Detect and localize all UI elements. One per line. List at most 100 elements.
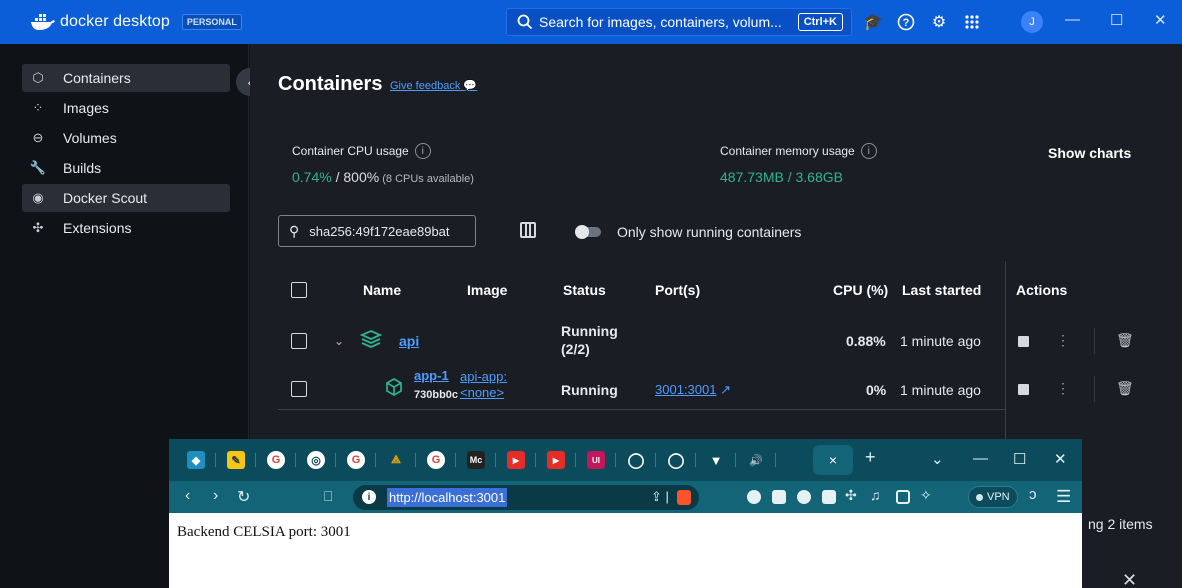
extension-icon[interactable] — [747, 490, 761, 504]
column-header-image[interactable]: Image — [467, 282, 507, 298]
maximize-icon[interactable]: ☐ — [1110, 11, 1123, 29]
global-search[interactable]: Search for images, containers, volum... … — [506, 8, 852, 36]
cpu-value: 0.88% — [846, 333, 886, 349]
close-icon[interactable]: ✕ — [1122, 570, 1137, 588]
help-icon[interactable]: ? — [895, 11, 917, 33]
sidebar-item-extensions[interactable]: ✣ Extensions — [22, 214, 230, 242]
learning-center-icon[interactable]: 🎓 — [862, 11, 884, 33]
new-tab-button[interactable]: + — [865, 447, 876, 468]
google-icon[interactable]: G — [267, 451, 285, 469]
extension-icon[interactable] — [772, 490, 786, 504]
column-header-ports[interactable]: Port(s) — [655, 282, 700, 298]
image-link[interactable]: api-app: <none> — [460, 369, 507, 401]
tab-separator — [695, 453, 696, 467]
maximize-icon[interactable]: ☐ — [1013, 450, 1026, 468]
menu-icon[interactable]: ☰ — [1056, 487, 1071, 507]
gear-icon[interactable]: ⚙ — [928, 11, 950, 33]
external-link-icon: ↗ — [720, 382, 731, 397]
trash-icon[interactable]: 🗑 — [1116, 332, 1134, 349]
row-checkbox[interactable] — [291, 333, 307, 349]
container-name-link[interactable]: api — [399, 333, 419, 349]
active-tab[interactable]: × — [813, 445, 853, 475]
wallet-icon[interactable]: ↄ — [1029, 486, 1037, 503]
grid-menu-icon[interactable] — [961, 11, 983, 33]
minimize-icon[interactable]: — — [973, 450, 988, 467]
vue-icon[interactable]: ▼ — [707, 451, 725, 469]
toggle-label: Only show running containers — [617, 224, 802, 240]
columns-icon[interactable] — [520, 222, 536, 238]
extensions-icon[interactable]: ✣ — [845, 487, 857, 504]
trash-icon[interactable]: 🗑 — [1116, 380, 1134, 397]
feedback-icon: 💬 — [463, 80, 478, 92]
extension-icon[interactable] — [797, 490, 811, 504]
sidebar-item-volumes[interactable]: ⊖ Volumes — [22, 124, 230, 152]
share-icon[interactable]: ⇪ | — [651, 489, 669, 505]
extension-icon[interactable] — [822, 490, 836, 504]
sidebar-item-images[interactable]: ⁘ Images — [22, 94, 230, 122]
brand-name: docker desktop — [60, 13, 170, 30]
avatar[interactable]: J — [1021, 11, 1043, 33]
container-name-link[interactable]: app-1 — [414, 368, 449, 383]
row-checkbox[interactable] — [291, 381, 307, 397]
stop-icon[interactable] — [1018, 336, 1029, 347]
show-charts-button[interactable]: Show charts — [1048, 145, 1131, 161]
select-all-checkbox[interactable] — [291, 282, 307, 298]
tab-favicon-icon[interactable]: Mc — [467, 451, 485, 469]
site-info-icon[interactable]: i — [362, 490, 376, 504]
chevron-down-icon[interactable]: ⌄ — [931, 450, 944, 468]
address-bar[interactable]: i http://localhost:3001 ⇪ | — [353, 485, 699, 510]
info-icon[interactable]: i — [414, 143, 431, 159]
back-icon[interactable]: ‹ — [185, 487, 190, 505]
give-feedback-link[interactable]: Give feedback 💬 — [390, 79, 477, 92]
leo-ai-icon[interactable]: ✧ — [920, 487, 932, 504]
vpn-button[interactable]: VPN — [968, 486, 1018, 508]
port-link[interactable]: 3001:3001 ↗ — [655, 382, 731, 398]
item-count-text: ng 2 items — [1088, 516, 1153, 532]
memory-usage-label: Container memory usage i — [720, 143, 877, 159]
reload-icon[interactable]: ↻ — [237, 487, 250, 507]
github-icon[interactable]: ◯ — [667, 451, 685, 469]
column-header-last-started[interactable]: Last started — [902, 282, 981, 298]
more-options-icon[interactable]: ⋮ — [1056, 380, 1070, 397]
tab-favicon-icon[interactable]: ✎ — [227, 451, 245, 469]
google-icon[interactable]: G — [347, 451, 365, 469]
volumes-icon: ⊖ — [32, 130, 44, 145]
container-search-input[interactable]: ⚲ sha256:49f172eae89bat — [278, 215, 476, 247]
tab-favicon-icon[interactable]: ◆ — [187, 451, 205, 469]
tab-separator — [215, 453, 216, 467]
minimize-icon[interactable]: — — [1065, 11, 1080, 28]
column-header-status[interactable]: Status — [563, 282, 606, 298]
column-header-name[interactable]: Name — [363, 282, 401, 298]
tab-favicon-icon[interactable]: UI — [587, 451, 605, 469]
running-only-toggle[interactable] — [575, 225, 601, 239]
sidebar-item-containers[interactable]: ⬡ Containers — [22, 64, 230, 92]
url-text[interactable]: http://localhost:3001 — [387, 488, 508, 507]
column-header-cpu[interactable]: CPU (%) — [833, 282, 888, 298]
close-icon[interactable]: ✕ — [1054, 450, 1067, 468]
status-badge: Running — [561, 382, 618, 398]
forward-icon[interactable]: › — [213, 487, 218, 505]
sidebar-item-docker-scout[interactable]: ◉ Docker Scout — [22, 184, 230, 212]
tab-close-icon[interactable]: × — [829, 452, 837, 468]
youtube-icon[interactable]: ▶ — [547, 451, 565, 469]
bookmark-icon[interactable]: ⎕ — [324, 488, 332, 505]
tab-favicon-icon[interactable]: ⟁ — [387, 451, 405, 469]
brave-shields-icon[interactable] — [677, 490, 691, 505]
sidebar-item-builds[interactable]: 🔧 Builds — [22, 154, 230, 182]
github-icon[interactable]: ◯ — [627, 451, 645, 469]
youtube-icon[interactable]: ▶ — [507, 451, 525, 469]
google-icon[interactable]: G — [427, 451, 445, 469]
tab-favicon-icon[interactable]: ◎ — [307, 451, 325, 469]
chevron-down-icon[interactable]: ⌄ — [334, 334, 344, 348]
tab-separator — [495, 453, 496, 467]
cpu-usage-label: Container CPU usage i — [292, 143, 431, 159]
sidebar-icon[interactable] — [896, 490, 910, 504]
music-icon[interactable]: ♫ — [870, 487, 881, 503]
last-started-value: 1 minute ago — [900, 333, 981, 349]
info-icon[interactable]: i — [860, 143, 877, 159]
stop-icon[interactable] — [1018, 384, 1029, 395]
close-icon[interactable]: ✕ — [1154, 11, 1167, 29]
more-options-icon[interactable]: ⋮ — [1056, 332, 1070, 349]
page-content-text: Backend CELSIA port: 3001 — [177, 524, 351, 540]
audio-playing-icon[interactable]: 🔊 — [747, 451, 765, 469]
